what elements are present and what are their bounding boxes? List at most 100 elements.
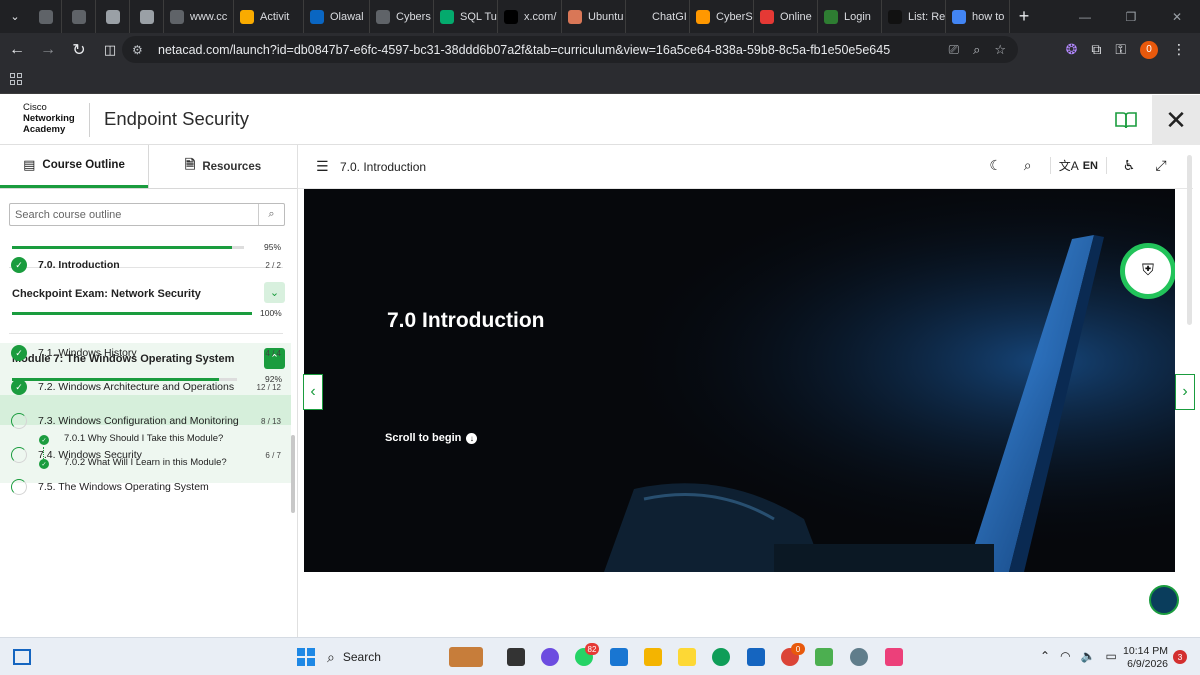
browser-tab[interactable]: ChatGI <box>626 0 690 33</box>
browser-tab[interactable]: Online <box>754 0 818 33</box>
browser-tab[interactable]: how to <box>946 0 1010 33</box>
task-view-icon[interactable] <box>507 648 525 666</box>
volume-icon[interactable]: 🔈 <box>1081 649 1096 663</box>
split-view-icon[interactable]: ◫ <box>96 36 124 64</box>
windows-taskbar: ⌕ Search 82 0 ⌃ ◠ 🔈 ▭ 10:14 PM 6/9/2026 … <box>0 637 1200 675</box>
checkpoint-exam-title[interactable]: Checkpoint Exam: Network Security <box>12 288 201 300</box>
tab-favicon-icon <box>568 9 582 24</box>
scroll-to-begin[interactable]: Scroll to begin ↓ <box>385 432 478 444</box>
subsection-label: 7.0.2 What Will I Learn in this Module? <box>64 457 227 468</box>
collapse-menu-icon[interactable]: ☰ <box>316 158 329 175</box>
dark-mode-icon[interactable]: ☾ <box>980 157 1012 174</box>
check-circle-icon: ✓ <box>11 257 27 273</box>
store-icon[interactable] <box>747 648 765 666</box>
file-explorer-icon[interactable] <box>644 648 662 666</box>
browser-tab[interactable] <box>96 0 130 33</box>
zoom-icon[interactable]: ⌕ <box>973 42 980 58</box>
edge-icon[interactable] <box>712 648 730 666</box>
cast-icon[interactable]: ⎚ <box>949 42 959 58</box>
settings-gear-icon[interactable] <box>850 648 868 666</box>
notification-badge[interactable]: 3 <box>1173 650 1187 664</box>
snipping-tool-icon[interactable] <box>885 648 903 666</box>
close-window-icon[interactable]: ✕ <box>1154 0 1200 33</box>
tab-search-icon[interactable]: ⌄ <box>0 0 30 33</box>
tab-favicon-icon <box>696 9 710 24</box>
content-area: ☰ 7.0. Introduction ☾ ⌕ 文A EN ♿ ⤢ 7.0 In… <box>298 145 1200 637</box>
section-item[interactable]: ✓ 7.0. Introduction 2 / 2 <box>0 250 291 280</box>
password-icon[interactable]: ⚿ <box>1115 41 1126 58</box>
chevron-down-icon[interactable]: ⌄ <box>264 282 285 303</box>
content-scrollbar[interactable] <box>1187 155 1192 325</box>
back-icon[interactable]: ← <box>3 36 31 64</box>
new-tab-button[interactable]: + <box>1010 6 1038 27</box>
browser-tab[interactable]: List: Re <box>882 0 946 33</box>
widgets-icon[interactable] <box>13 649 31 665</box>
reload-icon[interactable]: ↻ <box>65 36 93 64</box>
tab-favicon-icon <box>760 9 774 24</box>
tab-favicon-icon <box>440 9 454 24</box>
start-button[interactable] <box>297 648 315 666</box>
check-circle-icon: ✓ <box>39 435 49 445</box>
assistant-icon[interactable] <box>1149 585 1179 615</box>
sticky-notes-icon[interactable] <box>678 648 696 666</box>
sidebar-scrollbar[interactable] <box>291 435 295 513</box>
browser-tab[interactable] <box>62 0 96 33</box>
profile-avatar[interactable]: 0 <box>1140 40 1158 59</box>
tab-favicon-icon <box>71 9 86 24</box>
clock[interactable]: 10:14 PM 6/9/2026 <box>1120 645 1168 671</box>
minimize-icon[interactable]: — <box>1062 0 1108 33</box>
browser-tab[interactable]: Cybers <box>370 0 434 33</box>
wifi-icon[interactable]: ◠ <box>1060 649 1070 663</box>
section-item[interactable]: ✓ 7.1. Windows History 4 / 4 <box>0 338 291 368</box>
book-icon[interactable] <box>1101 95 1151 145</box>
document-icon: 🗎 <box>184 156 196 172</box>
browser-tab[interactable]: www.cc <box>164 0 234 33</box>
section-item[interactable]: 7.5. The Windows Operating System <box>0 472 291 502</box>
browser-tab[interactable]: SQL Tu <box>434 0 498 33</box>
search-icon[interactable]: ⌕ <box>258 204 284 225</box>
extensions-icon[interactable]: ⧉ <box>1091 41 1101 58</box>
browser-tab[interactable] <box>30 0 62 33</box>
close-course-button[interactable]: ✕ <box>1152 95 1200 145</box>
apps-grid-icon[interactable] <box>10 73 22 85</box>
chevron-up-icon[interactable]: ⌃ <box>1040 649 1050 663</box>
taskbar-search[interactable]: ⌕ Search <box>327 645 497 669</box>
course-outline-sidebar: ▤ Course Outline 🗎 Resources ⌕ 95% Check… <box>0 145 298 637</box>
menu-icon[interactable]: ⋮ <box>1172 41 1186 58</box>
hero-background-image <box>304 189 1175 572</box>
tab-resources[interactable]: 🗎 Resources <box>148 145 297 188</box>
window-controls: — ❐ ✕ <box>1062 0 1200 33</box>
search-icon[interactable]: ⌕ <box>1012 157 1044 174</box>
url-text[interactable]: netacad.com/launch?id=db0847b7-e6fc-4597… <box>158 43 938 57</box>
next-page-arrow[interactable]: › <box>1175 374 1195 410</box>
address-bar[interactable]: ⚙ netacad.com/launch?id=db0847b7-e6fc-45… <box>122 36 1018 63</box>
check-circle-icon: ✓ <box>11 345 27 361</box>
browser-tab[interactable]: Login <box>818 0 882 33</box>
restore-icon[interactable]: ❐ <box>1108 0 1154 33</box>
section-label: 7.1. Windows History <box>38 347 137 359</box>
section-item[interactable]: ✓ 7.2. Windows Architecture and Operation… <box>0 372 291 402</box>
browser-tab[interactable]: x.com/ <box>498 0 562 33</box>
fullscreen-icon[interactable]: ⤢ <box>1145 157 1177 174</box>
language-selector[interactable]: 文A EN <box>1049 157 1107 174</box>
accessibility-icon[interactable]: ♿ <box>1113 157 1145 174</box>
tab-course-outline[interactable]: ▤ Course Outline <box>0 145 148 188</box>
outline-search-input[interactable] <box>15 208 255 221</box>
forward-icon[interactable]: → <box>34 36 62 64</box>
previous-page-arrow[interactable]: ‹ <box>303 374 323 410</box>
cisco-logo[interactable]: Cisco Networking Academy <box>23 102 75 135</box>
shield-icon[interactable]: ⛨ <box>1120 243 1175 299</box>
bookmark-star-icon[interactable]: ☆ <box>994 42 1006 58</box>
chat-app-icon[interactable] <box>541 648 559 666</box>
site-info-icon[interactable]: ⚙ <box>132 43 150 57</box>
battery-icon[interactable]: ▭ <box>1106 649 1117 663</box>
browser-tab[interactable]: Ubuntu <box>562 0 626 33</box>
vs-app-icon[interactable] <box>815 648 833 666</box>
copilot-icon[interactable]: ❂ <box>1066 41 1078 58</box>
browser-tab[interactable]: CyberS <box>690 0 754 33</box>
browser-tab[interactable] <box>130 0 164 33</box>
notepad-icon[interactable] <box>610 648 628 666</box>
section-label: 7.2. Windows Architecture and Operations <box>38 381 235 393</box>
browser-tab[interactable]: Activit <box>234 0 304 33</box>
browser-tab[interactable]: Olawal <box>304 0 370 33</box>
